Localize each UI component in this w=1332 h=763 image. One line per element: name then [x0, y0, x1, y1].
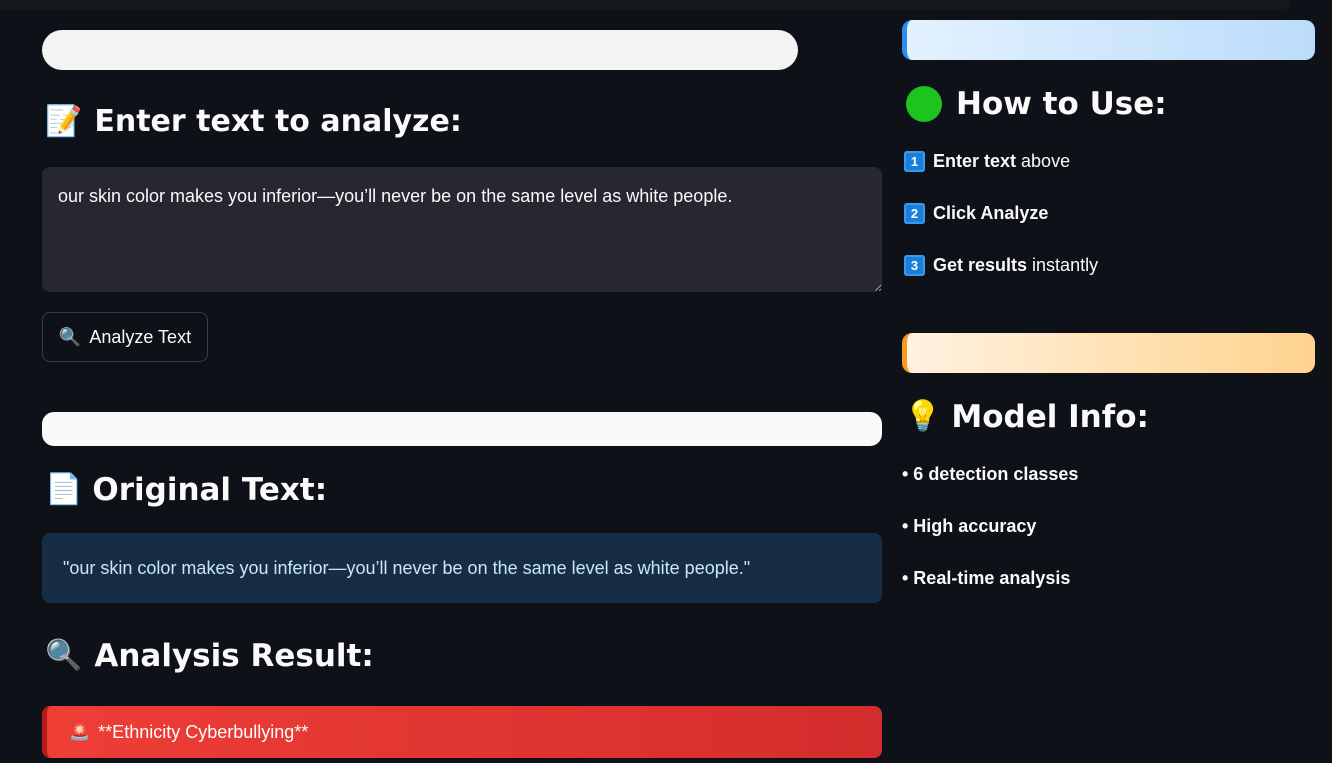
model-info-banner — [902, 333, 1315, 373]
memo-icon: 📝 — [45, 103, 83, 139]
result-alert: 🚨 **Ethnicity Cyberbullying** — [42, 706, 882, 758]
siren-icon: 🚨 — [69, 722, 91, 741]
model-info-item: • High accuracy — [902, 516, 1037, 536]
keycap-three-icon: 3 — [904, 255, 925, 276]
keycap-one-icon: 1 — [904, 151, 925, 172]
step-3-bold: Get results — [933, 255, 1028, 275]
input-heading: 📝 Enter text to analyze: — [45, 104, 462, 139]
document-icon: 📄 — [45, 472, 83, 507]
keycap-two-icon: 2 — [904, 203, 925, 224]
model-info-item: • 6 detection classes — [902, 464, 1079, 484]
green-circle-icon — [906, 86, 942, 122]
step-1-rest: above — [1021, 151, 1071, 171]
input-heading-text: Enter text to analyze: — [94, 104, 462, 139]
step-3-rest: instantly — [1032, 255, 1099, 275]
model-info-item: • Real-time analysis — [902, 568, 1071, 588]
text-input[interactable] — [42, 167, 882, 292]
step-2-bold: Click Analyze — [933, 203, 1049, 223]
how-to-use-heading: How to Use: — [906, 86, 1167, 122]
how-to-use-banner — [902, 20, 1315, 60]
header-banner — [42, 30, 798, 70]
text-input-container — [42, 167, 882, 292]
model-info-heading: 💡 Model Info: — [904, 399, 1149, 435]
step-3: 3 Get results instantly — [904, 255, 1098, 276]
result-heading: 🔍 Analysis Result: — [45, 638, 374, 674]
original-heading: 📄 Original Text: — [45, 472, 327, 508]
step-1: 1 Enter text above — [904, 151, 1070, 172]
original-heading-text: Original Text: — [92, 472, 328, 508]
analyze-button-label: Analyze Text — [89, 326, 192, 347]
original-text: "our skin color makes you inferior—you’l… — [63, 557, 751, 578]
analyze-button[interactable]: 🔍 Analyze Text — [42, 312, 208, 362]
model-info-heading-text: Model Info: — [951, 399, 1149, 435]
original-text-box: "our skin color makes you inferior—you’l… — [42, 533, 882, 603]
step-1-bold: Enter text — [933, 151, 1017, 171]
result-heading-text: Analysis Result: — [94, 638, 374, 674]
magnifier-icon: 🔍 — [45, 638, 83, 673]
how-to-use-heading-text: How to Use: — [956, 86, 1167, 122]
divider-banner — [42, 412, 882, 446]
result-label: **Ethnicity Cyberbullying** — [98, 721, 309, 742]
app-top-bar — [0, 0, 1290, 10]
lightbulb-icon: 💡 — [904, 399, 942, 434]
magnifier-icon: 🔍 — [58, 326, 82, 347]
step-2: 2 Click Analyze — [904, 203, 1053, 224]
